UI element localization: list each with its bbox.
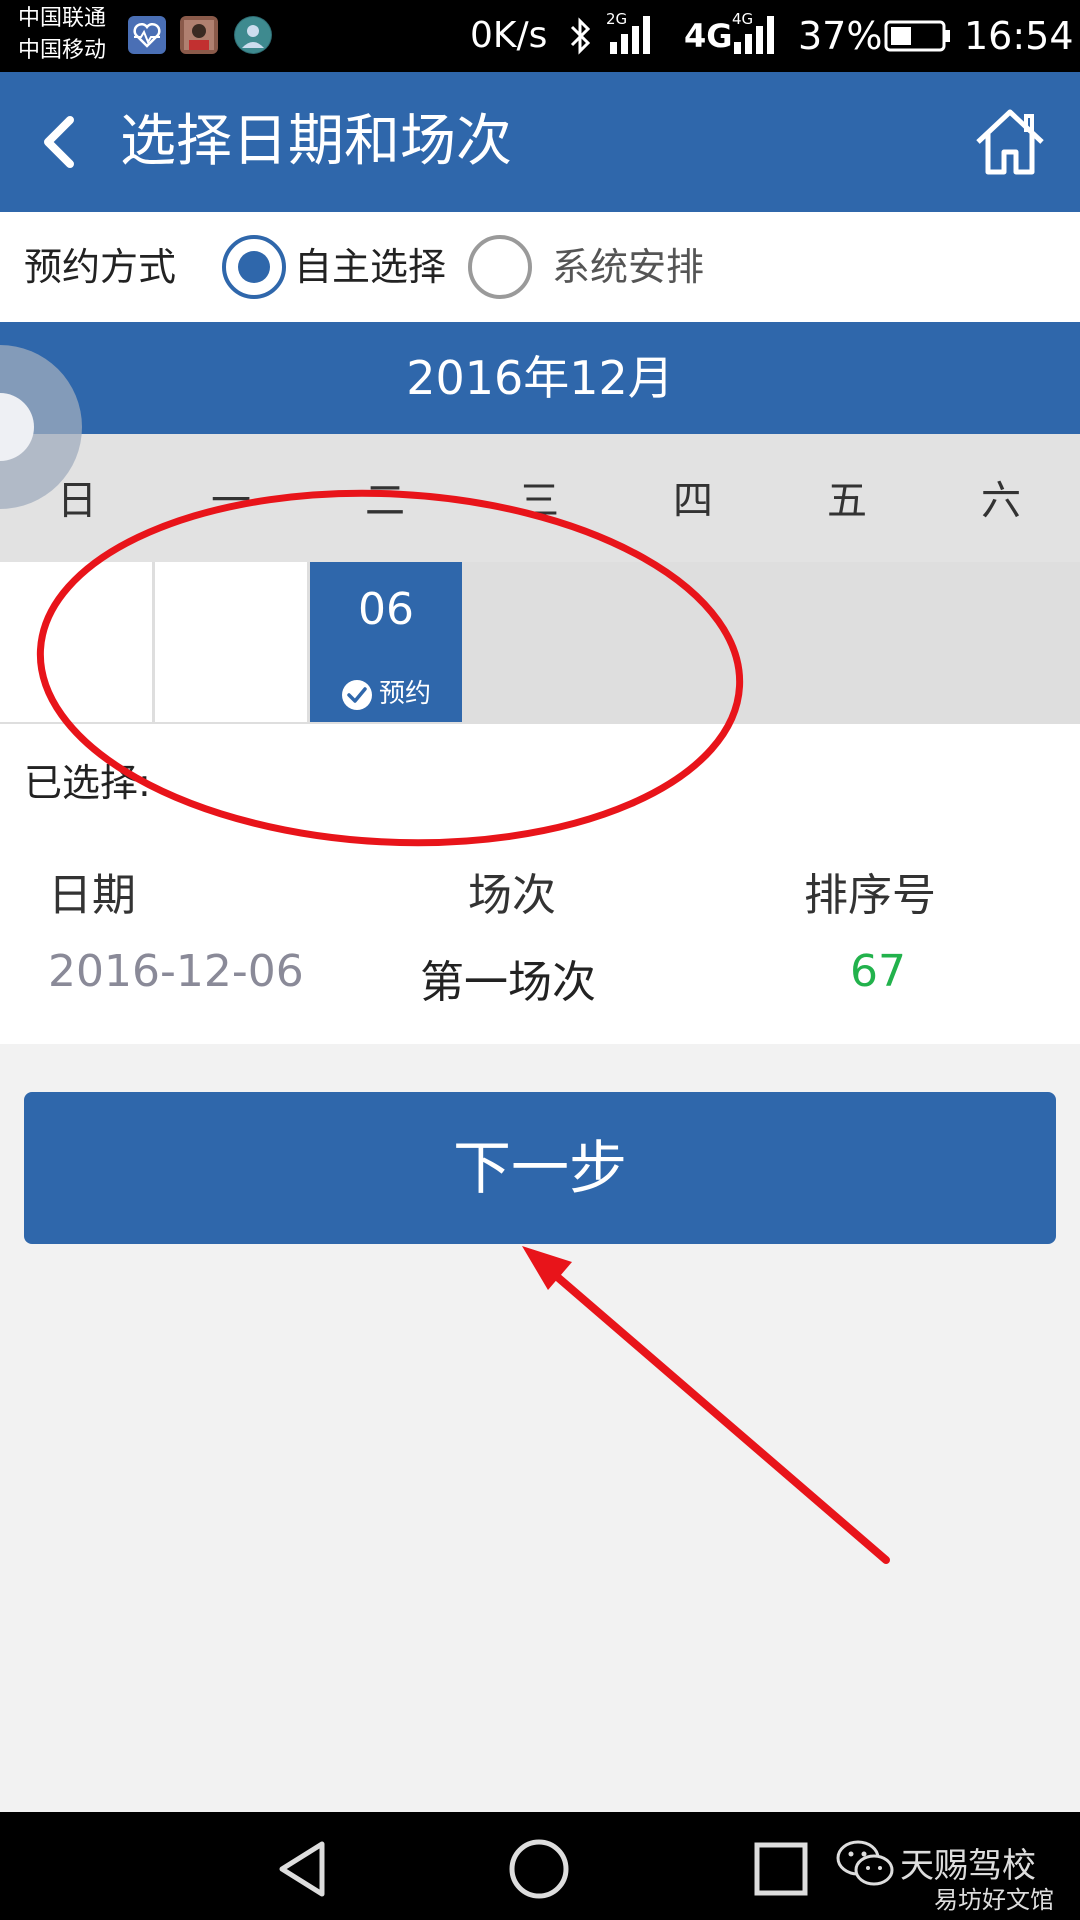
nav-home-button[interactable] xyxy=(504,1834,574,1904)
wechat-icon xyxy=(836,1838,896,1888)
annotation-arrow-line xyxy=(536,1258,890,1564)
square-recents-icon xyxy=(754,1842,808,1896)
annotation-overlay xyxy=(36,489,890,1564)
annotation-circle xyxy=(36,489,744,847)
circle-home-icon xyxy=(509,1839,569,1899)
nav-recents-button[interactable] xyxy=(746,1834,816,1904)
watermark-subtext: 易坊好文馆 xyxy=(934,1886,1054,1914)
nav-back-button[interactable] xyxy=(268,1834,338,1904)
triangle-back-icon xyxy=(279,1841,325,1897)
